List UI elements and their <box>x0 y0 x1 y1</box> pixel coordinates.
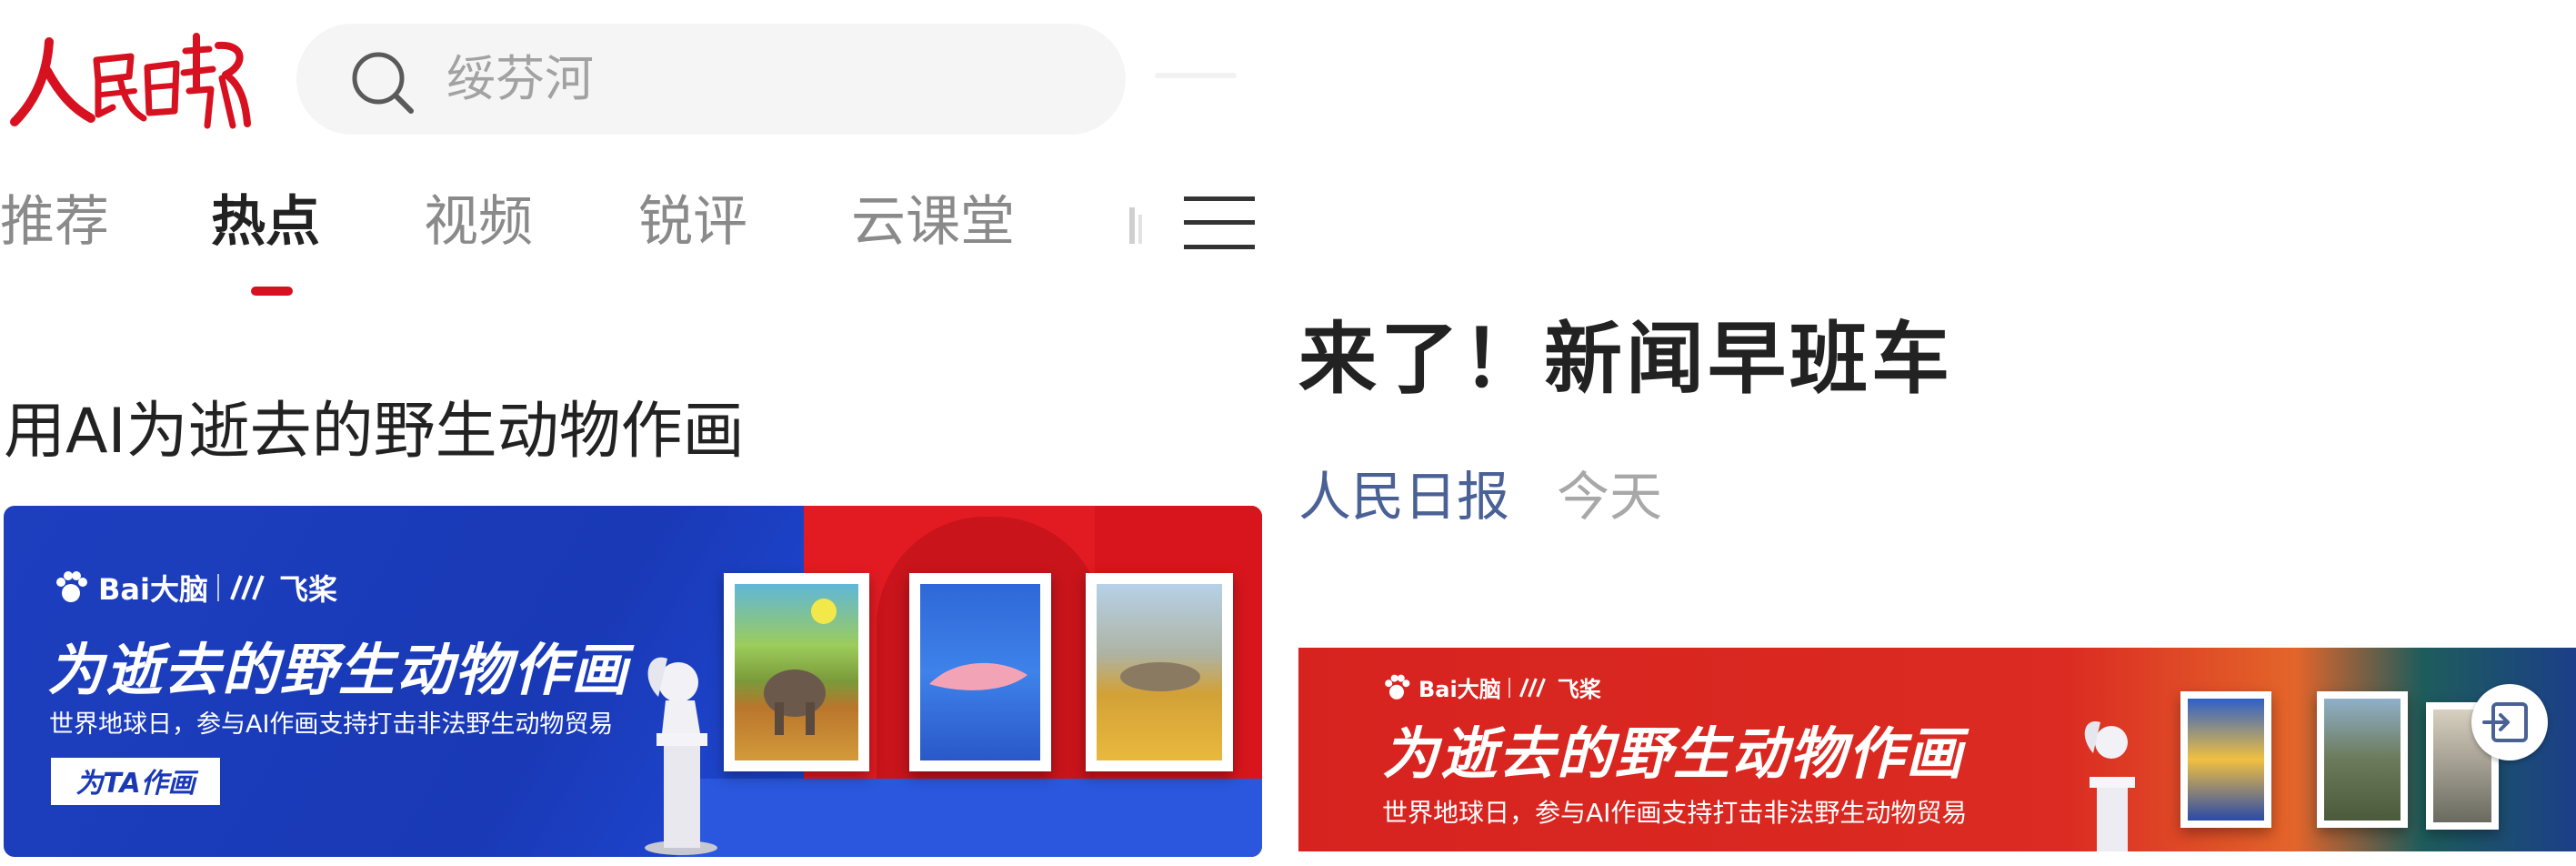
tab-video[interactable]: 视频 <box>424 186 533 258</box>
banner-floor <box>677 779 1262 857</box>
painting-bird <box>2180 691 2271 828</box>
menu-icon[interactable] <box>1182 195 1257 251</box>
divider <box>1155 73 1237 78</box>
people-daily-logo[interactable] <box>7 24 251 133</box>
paddle-label: 飞桨 <box>278 572 337 607</box>
article-source[interactable]: 人民日报 <box>1298 462 1509 531</box>
tab-recommend[interactable]: 推荐 <box>0 186 109 258</box>
search-placeholder: 绥芬河 <box>446 50 594 107</box>
painting-rhino <box>2317 691 2408 828</box>
search-bar[interactable]: 绥芬河 <box>296 24 1126 135</box>
active-tab-indicator <box>251 287 293 296</box>
banner-title: 为逝去的野生动物作画 <box>1382 720 1965 787</box>
cherub-statue-icon <box>645 657 717 855</box>
draw-for-them-button[interactable]: 为TA作画 <box>51 758 220 805</box>
article-time: 今天 <box>1557 466 1663 528</box>
banner-brand-row: Bai大脑 飞桨 <box>53 568 337 608</box>
banner-title: 为逝去的野生动物作画 <box>47 637 630 703</box>
tab-commentary[interactable]: 锐评 <box>638 186 747 258</box>
baidu-brain-label: Bai大脑 <box>1418 677 1501 702</box>
cherub-statue-icon <box>2084 720 2135 851</box>
baidu-brain-label: Bai大脑 <box>98 572 208 607</box>
paddle-label: 飞桨 <box>1557 677 1601 702</box>
paddle-logo-icon <box>1519 678 1546 697</box>
exit-icon <box>2482 702 2528 742</box>
feed-headline[interactable]: 用AI为逝去的野生动物作画 <box>4 391 745 473</box>
tab-hot[interactable]: 热点 <box>211 186 320 258</box>
baidu-paw-icon <box>1385 674 1410 700</box>
exit-button[interactable] <box>2471 684 2548 760</box>
paddle-logo-icon <box>230 575 265 600</box>
painting-elephant <box>724 573 869 771</box>
tab-overflow-fade <box>1118 191 1173 255</box>
brand-separator <box>1508 677 1510 698</box>
article-banner[interactable]: Bai大脑 飞桨 为逝去的野生动物作画 世界地球日，参与AI作画支持打击非法野生… <box>1298 648 2576 851</box>
banner-brand-row: Bai大脑 飞桨 <box>1382 671 1601 703</box>
painting-pangolin <box>1086 573 1233 771</box>
painting-whale <box>909 573 1051 771</box>
banner-subtitle: 世界地球日，参与AI作画支持打击非法野生动物贸易 <box>49 710 614 739</box>
brand-separator <box>216 574 219 601</box>
banner-subtitle: 世界地球日，参与AI作画支持打击非法野生动物贸易 <box>1382 798 1968 828</box>
article-title: 来了！新闻早班车 <box>1298 314 1953 405</box>
feed-banner[interactable]: Bai大脑 飞桨 为逝去的野生动物作画 世界地球日，参与AI作画支持打击非法野生… <box>4 506 1262 857</box>
tab-cloud-class[interactable]: 云课堂 <box>851 186 1015 258</box>
baidu-paw-icon <box>56 571 87 602</box>
search-icon <box>352 52 414 114</box>
